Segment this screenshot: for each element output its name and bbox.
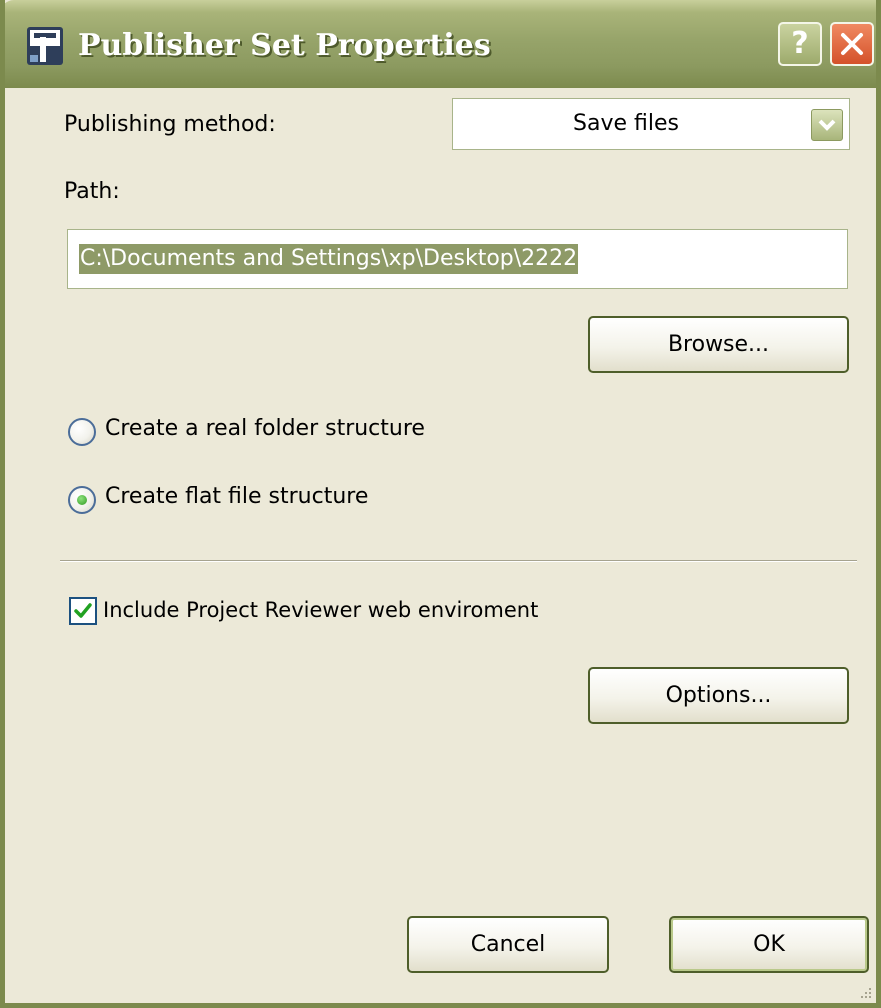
include-reviewer-checkbox[interactable] [69, 597, 97, 625]
publishing-method-select[interactable]: Save files [452, 98, 850, 150]
flat-file-radio[interactable] [68, 486, 96, 514]
help-button[interactable]: ? [778, 22, 822, 66]
radio-selected-dot [77, 495, 87, 505]
publishing-method-value: Save files [573, 111, 679, 136]
close-button[interactable] [830, 22, 874, 66]
browse-button[interactable]: Browse... [588, 316, 849, 373]
close-icon [841, 33, 863, 55]
checkmark-icon [74, 603, 92, 618]
title-bar[interactable]: Publisher Set Properties ? [5, 0, 876, 88]
publishing-method-label: Publishing method: [64, 112, 276, 137]
window-title: Publisher Set Properties [78, 28, 491, 63]
resize-grip-icon[interactable] [857, 984, 873, 1000]
ok-button[interactable]: OK [669, 916, 869, 973]
path-value: C:\Documents and Settings\xp\Desktop\222… [79, 244, 579, 274]
real-folder-label[interactable]: Create a real folder structure [105, 416, 425, 441]
real-folder-radio[interactable] [68, 418, 96, 446]
publisher-app-icon [27, 27, 63, 65]
separator [60, 560, 857, 562]
dropdown-button[interactable] [811, 109, 843, 141]
options-button[interactable]: Options... [588, 667, 849, 724]
path-input[interactable]: C:\Documents and Settings\xp\Desktop\222… [67, 229, 848, 289]
flat-file-label[interactable]: Create flat file structure [105, 484, 368, 509]
publisher-set-properties-dialog: Publisher Set Properties ? Publishing me… [0, 0, 881, 1008]
cancel-button[interactable]: Cancel [407, 916, 609, 973]
chevron-down-icon [818, 119, 836, 131]
path-label: Path: [64, 179, 120, 204]
include-reviewer-label[interactable]: Include Project Reviewer web enviroment [103, 598, 538, 622]
